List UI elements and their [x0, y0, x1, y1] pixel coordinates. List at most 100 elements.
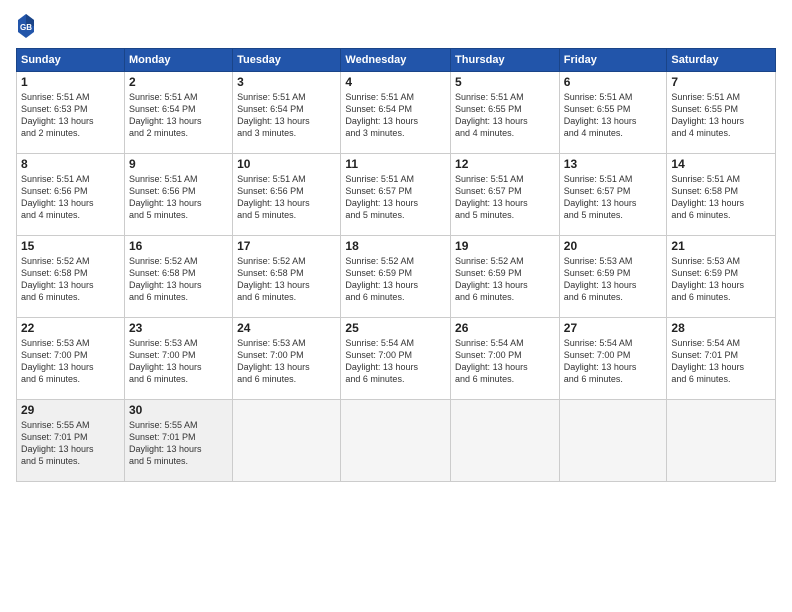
- table-cell: 19 Sunrise: 5:52 AM Sunset: 6:59 PM Dayli…: [451, 236, 560, 318]
- calendar-week-row: 8 Sunrise: 5:51 AM Sunset: 6:56 PM Daylig…: [17, 154, 776, 236]
- table-cell: 15Sunrise: 5:52 AM Sunset: 6:58 PM Dayli…: [17, 236, 125, 318]
- day-info: Sunrise: 5:51 AM Sunset: 6:57 PM Dayligh…: [345, 173, 446, 222]
- day-info: Sunrise: 5:53 AM Sunset: 7:00 PM Dayligh…: [129, 337, 228, 386]
- table-cell: 9 Sunrise: 5:51 AM Sunset: 6:56 PM Daylig…: [124, 154, 232, 236]
- day-number: 20: [564, 239, 663, 253]
- day-number: 26: [455, 321, 555, 335]
- table-cell: 30 Sunrise: 5:55 AM Sunset: 7:01 PM Dayli…: [124, 400, 232, 482]
- day-number: 18: [345, 239, 446, 253]
- day-number: 2: [129, 75, 228, 89]
- day-number: 16: [129, 239, 228, 253]
- day-info: Sunrise: 5:52 AM Sunset: 6:59 PM Dayligh…: [345, 255, 446, 304]
- day-info: Sunrise: 5:52 AM Sunset: 6:58 PM Dayligh…: [237, 255, 336, 304]
- day-info: Sunrise: 5:51 AM Sunset: 6:54 PM Dayligh…: [345, 91, 446, 140]
- day-info: Sunrise: 5:52 AM Sunset: 6:58 PM Dayligh…: [21, 255, 120, 304]
- day-number: 7: [671, 75, 771, 89]
- day-number: 19: [455, 239, 555, 253]
- table-cell: 20Sunrise: 5:53 AM Sunset: 6:59 PM Dayli…: [559, 236, 667, 318]
- day-number: 30: [129, 403, 228, 417]
- day-number: 10: [237, 157, 336, 171]
- day-info: Sunrise: 5:54 AM Sunset: 7:01 PM Dayligh…: [671, 337, 771, 386]
- table-cell: 29 Sunrise: 5:55 AM Sunset: 7:01 PM Dayli…: [17, 400, 125, 482]
- table-cell: 4 Sunrise: 5:51 AM Sunset: 6:54 PM Daylig…: [341, 72, 451, 154]
- day-info: Sunrise: 5:54 AM Sunset: 7:00 PM Dayligh…: [564, 337, 663, 386]
- day-number: 17: [237, 239, 336, 253]
- day-number: 23: [129, 321, 228, 335]
- calendar-table: Sunday Monday Tuesday Wednesday Thursday…: [16, 48, 776, 482]
- day-info: Sunrise: 5:51 AM Sunset: 6:58 PM Dayligh…: [671, 173, 771, 222]
- day-number: 1: [21, 75, 120, 89]
- day-info: Sunrise: 5:51 AM Sunset: 6:53 PM Dayligh…: [21, 91, 120, 140]
- day-info: Sunrise: 5:53 AM Sunset: 7:00 PM Dayligh…: [237, 337, 336, 386]
- col-tuesday: Tuesday: [233, 49, 341, 72]
- calendar-week-row: 22 Sunrise: 5:53 AM Sunset: 7:00 PM Dayli…: [17, 318, 776, 400]
- header: GB: [16, 12, 776, 40]
- calendar-week-row: 1 Sunrise: 5:51 AM Sunset: 6:53 PM Daylig…: [17, 72, 776, 154]
- col-friday: Friday: [559, 49, 667, 72]
- day-info: Sunrise: 5:55 AM Sunset: 7:01 PM Dayligh…: [129, 419, 228, 468]
- page-container: GB Sunday Monday Tuesday Wednesday Thurs…: [0, 0, 792, 612]
- table-cell: 3 Sunrise: 5:51 AM Sunset: 6:54 PM Daylig…: [233, 72, 341, 154]
- table-cell: 28 Sunrise: 5:54 AM Sunset: 7:01 PM Dayli…: [667, 318, 776, 400]
- day-number: 13: [564, 157, 663, 171]
- day-number: 22: [21, 321, 120, 335]
- day-info: Sunrise: 5:51 AM Sunset: 6:55 PM Dayligh…: [564, 91, 663, 140]
- col-saturday: Saturday: [667, 49, 776, 72]
- table-cell: 10 Sunrise: 5:51 AM Sunset: 6:56 PM Dayli…: [233, 154, 341, 236]
- day-number: 28: [671, 321, 771, 335]
- table-cell: 12Sunrise: 5:51 AM Sunset: 6:57 PM Dayli…: [451, 154, 560, 236]
- table-cell: 6 Sunrise: 5:51 AM Sunset: 6:55 PM Daylig…: [559, 72, 667, 154]
- col-wednesday: Wednesday: [341, 49, 451, 72]
- table-cell: 23 Sunrise: 5:53 AM Sunset: 7:00 PM Dayli…: [124, 318, 232, 400]
- day-number: 21: [671, 239, 771, 253]
- calendar-header-row: Sunday Monday Tuesday Wednesday Thursday…: [17, 49, 776, 72]
- day-info: Sunrise: 5:51 AM Sunset: 6:54 PM Dayligh…: [129, 91, 228, 140]
- day-number: 12: [455, 157, 555, 171]
- table-cell: 17 Sunrise: 5:52 AM Sunset: 6:58 PM Dayli…: [233, 236, 341, 318]
- table-cell: 27 Sunrise: 5:54 AM Sunset: 7:00 PM Dayli…: [559, 318, 667, 400]
- day-number: 4: [345, 75, 446, 89]
- day-info: Sunrise: 5:51 AM Sunset: 6:54 PM Dayligh…: [237, 91, 336, 140]
- day-number: 29: [21, 403, 120, 417]
- table-cell: 1 Sunrise: 5:51 AM Sunset: 6:53 PM Daylig…: [17, 72, 125, 154]
- col-thursday: Thursday: [451, 49, 560, 72]
- col-sunday: Sunday: [17, 49, 125, 72]
- day-number: 6: [564, 75, 663, 89]
- calendar-week-row: 15Sunrise: 5:52 AM Sunset: 6:58 PM Dayli…: [17, 236, 776, 318]
- table-cell: 16 Sunrise: 5:52 AM Sunset: 6:58 PM Dayli…: [124, 236, 232, 318]
- table-cell: [341, 400, 451, 482]
- table-cell: 2 Sunrise: 5:51 AM Sunset: 6:54 PM Daylig…: [124, 72, 232, 154]
- table-cell: 21 Sunrise: 5:53 AM Sunset: 6:59 PM Dayli…: [667, 236, 776, 318]
- day-info: Sunrise: 5:52 AM Sunset: 6:58 PM Dayligh…: [129, 255, 228, 304]
- table-cell: 7 Sunrise: 5:51 AM Sunset: 6:55 PM Daylig…: [667, 72, 776, 154]
- logo: GB: [16, 12, 38, 40]
- svg-text:GB: GB: [20, 23, 32, 32]
- table-cell: 14Sunrise: 5:51 AM Sunset: 6:58 PM Dayli…: [667, 154, 776, 236]
- table-cell: 24 Sunrise: 5:53 AM Sunset: 7:00 PM Dayli…: [233, 318, 341, 400]
- day-info: Sunrise: 5:51 AM Sunset: 6:55 PM Dayligh…: [671, 91, 771, 140]
- day-info: Sunrise: 5:54 AM Sunset: 7:00 PM Dayligh…: [345, 337, 446, 386]
- day-number: 11: [345, 157, 446, 171]
- day-info: Sunrise: 5:54 AM Sunset: 7:00 PM Dayligh…: [455, 337, 555, 386]
- day-number: 24: [237, 321, 336, 335]
- day-number: 27: [564, 321, 663, 335]
- day-info: Sunrise: 5:51 AM Sunset: 6:56 PM Dayligh…: [21, 173, 120, 222]
- table-cell: [559, 400, 667, 482]
- day-number: 9: [129, 157, 228, 171]
- table-cell: 11 Sunrise: 5:51 AM Sunset: 6:57 PM Dayli…: [341, 154, 451, 236]
- day-number: 8: [21, 157, 120, 171]
- day-number: 3: [237, 75, 336, 89]
- day-info: Sunrise: 5:51 AM Sunset: 6:56 PM Dayligh…: [237, 173, 336, 222]
- day-number: 5: [455, 75, 555, 89]
- day-info: Sunrise: 5:51 AM Sunset: 6:56 PM Dayligh…: [129, 173, 228, 222]
- day-info: Sunrise: 5:53 AM Sunset: 6:59 PM Dayligh…: [671, 255, 771, 304]
- table-cell: 25Sunrise: 5:54 AM Sunset: 7:00 PM Dayli…: [341, 318, 451, 400]
- day-info: Sunrise: 5:52 AM Sunset: 6:59 PM Dayligh…: [455, 255, 555, 304]
- table-cell: 26 Sunrise: 5:54 AM Sunset: 7:00 PM Dayli…: [451, 318, 560, 400]
- table-cell: 18 Sunrise: 5:52 AM Sunset: 6:59 PM Dayli…: [341, 236, 451, 318]
- table-cell: [233, 400, 341, 482]
- day-info: Sunrise: 5:55 AM Sunset: 7:01 PM Dayligh…: [21, 419, 120, 468]
- day-info: Sunrise: 5:51 AM Sunset: 6:57 PM Dayligh…: [564, 173, 663, 222]
- day-info: Sunrise: 5:53 AM Sunset: 7:00 PM Dayligh…: [21, 337, 120, 386]
- table-cell: 13 Sunrise: 5:51 AM Sunset: 6:57 PM Dayli…: [559, 154, 667, 236]
